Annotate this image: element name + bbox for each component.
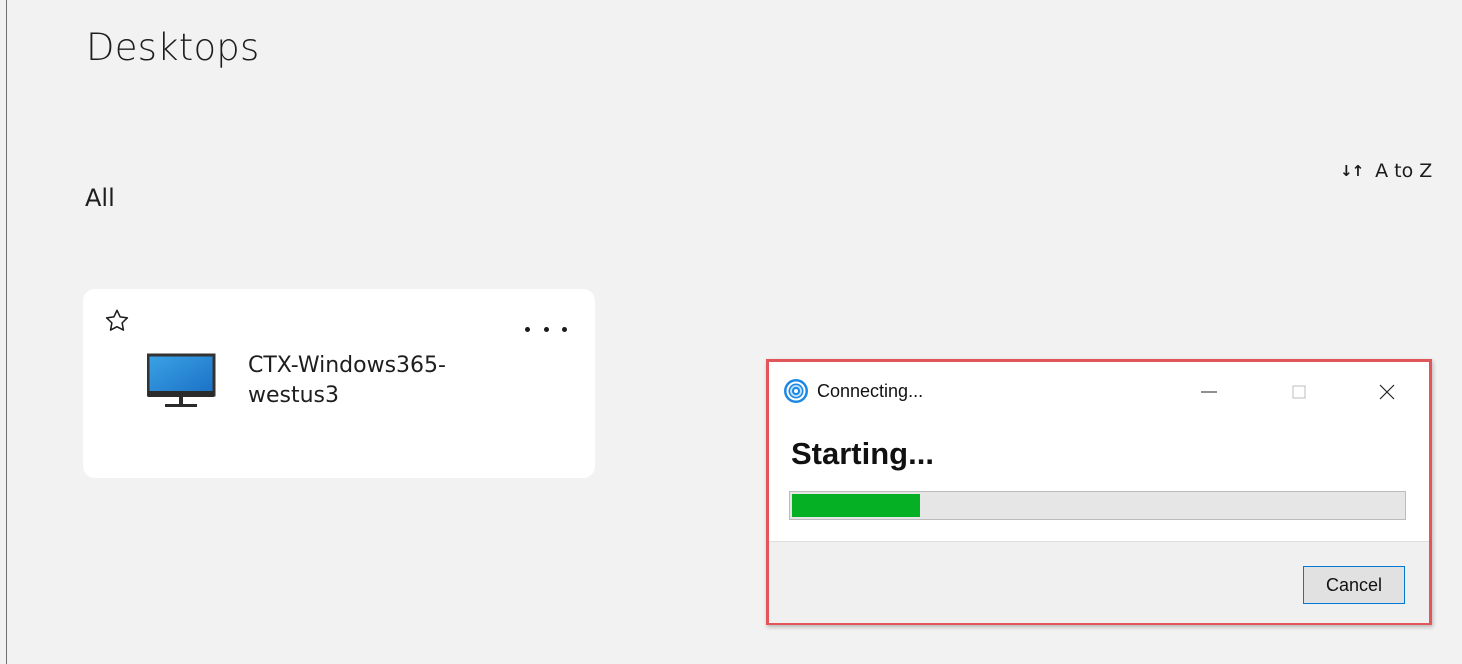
dialog-footer: Cancel — [769, 541, 1429, 623]
desktop-card[interactable]: CTX-Windows365- westus3 — [83, 289, 595, 478]
progress-bar — [789, 491, 1406, 520]
ellipsis-dot — [543, 326, 549, 332]
page-title: Desktops — [86, 26, 260, 69]
left-divider — [6, 0, 7, 664]
desktop-name[interactable]: CTX-Windows365- westus3 — [248, 351, 446, 411]
more-options-button[interactable] — [525, 319, 567, 339]
monitor-icon — [146, 353, 217, 409]
connecting-dialog: Connecting... Starting... Cancel — [766, 359, 1432, 625]
dialog-title: Connecting... — [817, 381, 924, 401]
dialog-body: Starting... — [769, 420, 1429, 540]
sort-arrows-icon: ↓↑ — [1340, 162, 1364, 180]
cancel-button[interactable]: Cancel — [1303, 566, 1405, 604]
section-title: All — [85, 184, 115, 212]
ellipsis-dot — [562, 326, 567, 332]
ellipsis-dot — [525, 326, 530, 332]
close-button[interactable] — [1367, 374, 1407, 408]
sort-label: A to Z — [1375, 160, 1433, 182]
maximize-button[interactable] — [1279, 374, 1319, 408]
progress-fill — [792, 494, 920, 517]
star-outline-icon[interactable] — [103, 307, 131, 335]
desktop-name-line2: westus3 — [248, 383, 340, 408]
dialog-titlebar[interactable]: Connecting... — [769, 362, 1429, 420]
citrix-workspace-icon — [783, 378, 809, 404]
status-heading: Starting... — [791, 436, 934, 471]
minimize-button[interactable] — [1189, 374, 1229, 408]
sort-button[interactable]: ↓↑ A to Z — [1340, 160, 1432, 182]
desktop-name-line1: CTX-Windows365- — [248, 353, 446, 378]
